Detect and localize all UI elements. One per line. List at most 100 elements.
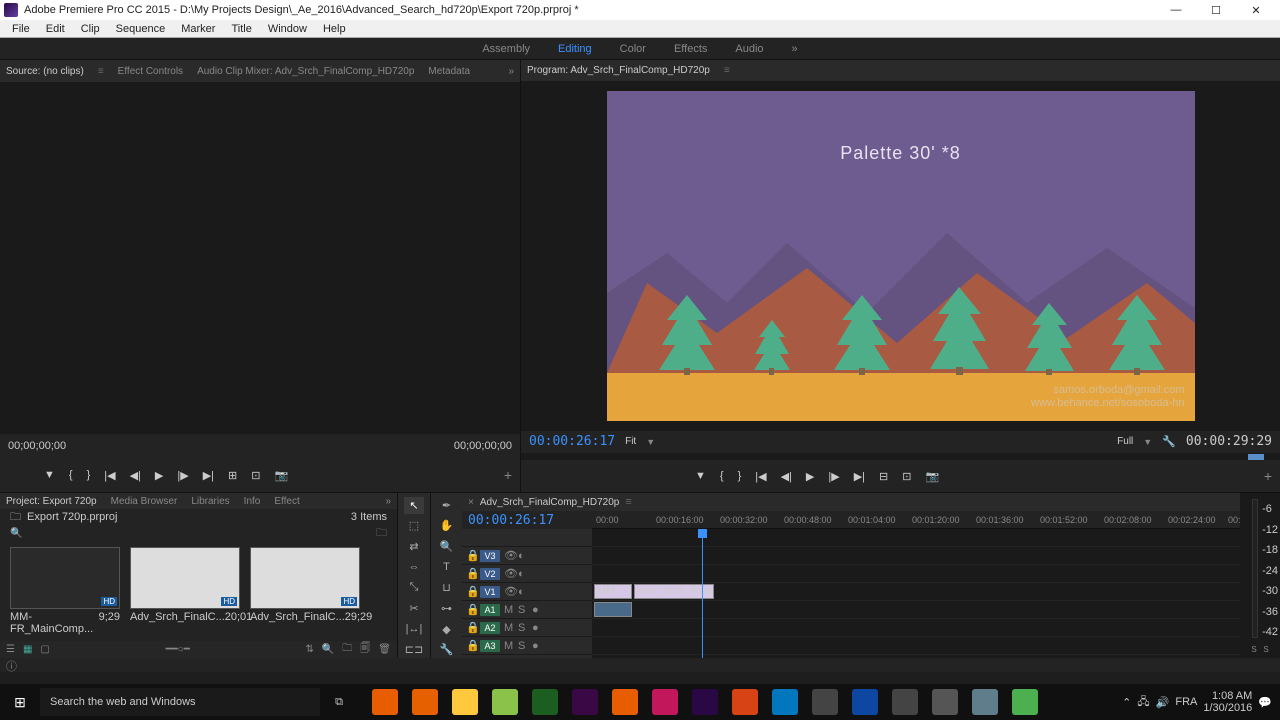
- ripple-tool-icon[interactable]: ⇄: [404, 538, 424, 555]
- go-in-icon[interactable]: |◀: [104, 469, 115, 482]
- taskbar-app[interactable]: [726, 686, 764, 718]
- zoom-dropdown-icon[interactable]: ▼: [646, 437, 655, 447]
- go-start-icon[interactable]: |◀: [755, 470, 766, 483]
- timeline-tc[interactable]: 00:00:26:17: [462, 511, 592, 529]
- menu-title[interactable]: Title: [223, 23, 259, 35]
- task-view-icon[interactable]: ⧉: [320, 686, 358, 718]
- marker-icon[interactable]: ▼: [695, 470, 706, 482]
- linked-icon[interactable]: ⊶: [437, 600, 457, 617]
- menu-help[interactable]: Help: [315, 23, 354, 35]
- tab-project[interactable]: Project: Export 720p: [6, 496, 97, 507]
- frame-fwd-icon[interactable]: |▶: [828, 470, 839, 483]
- close-seq-icon[interactable]: ×: [468, 497, 474, 508]
- ws-effects[interactable]: Effects: [674, 43, 707, 55]
- lift-icon[interactable]: ⊟: [879, 470, 888, 483]
- close-button[interactable]: ✕: [1236, 1, 1276, 19]
- razor-tool-icon[interactable]: ✂: [404, 600, 424, 617]
- tab-info[interactable]: Info: [244, 496, 261, 507]
- tray-network-icon[interactable]: 🖧: [1137, 693, 1149, 712]
- ws-assembly[interactable]: Assembly: [482, 43, 530, 55]
- selection-tool-icon[interactable]: ↖: [404, 497, 424, 514]
- timeline-tracks[interactable]: MM Adv_Srch_Fina: [592, 529, 1240, 658]
- taskbar-app[interactable]: [406, 686, 444, 718]
- track-a2[interactable]: A2: [480, 622, 500, 634]
- timeline-ruler[interactable]: 00:00 00:00:16:00 00:00:32:00 00:00:48:0…: [592, 511, 1240, 529]
- program-tc[interactable]: 00:00:26:17: [529, 434, 615, 449]
- zoom-tool-icon[interactable]: 🔍: [437, 538, 457, 555]
- step-back-icon[interactable]: ◀|: [130, 469, 141, 482]
- tab-libraries[interactable]: Libraries: [191, 496, 229, 507]
- track-a3[interactable]: A3: [480, 640, 500, 652]
- prog-add-button-icon[interactable]: +: [1264, 468, 1272, 484]
- tray-volume-icon[interactable]: 🔊: [1156, 696, 1170, 709]
- track-select-tool-icon[interactable]: ⬚: [404, 518, 424, 535]
- ws-audio[interactable]: Audio: [735, 43, 763, 55]
- taskbar-app[interactable]: [1006, 686, 1044, 718]
- taskbar-app[interactable]: [926, 686, 964, 718]
- pen-tool-icon[interactable]: ✒: [437, 497, 457, 514]
- clip-mm[interactable]: MM: [594, 584, 632, 599]
- taskbar-app[interactable]: [526, 686, 564, 718]
- menu-clip[interactable]: Clip: [73, 23, 108, 35]
- icon-view-icon[interactable]: ▦: [23, 644, 32, 655]
- track-v3[interactable]: V3: [480, 550, 500, 562]
- tab-media-browser[interactable]: Media Browser: [111, 496, 178, 507]
- program-play-icon[interactable]: ▶: [806, 470, 814, 483]
- go-out-icon[interactable]: ▶|: [203, 469, 214, 482]
- quality-full[interactable]: Full: [1117, 436, 1133, 447]
- taskbar-app[interactable]: [766, 686, 804, 718]
- mark-clip-icon[interactable]: }: [87, 469, 91, 481]
- source-tc-in[interactable]: 00;00;00;00: [8, 440, 454, 452]
- frame-back-icon[interactable]: ◀|: [781, 470, 792, 483]
- rolling-tool-icon[interactable]: ⇔: [404, 559, 424, 576]
- maximize-button[interactable]: ☐: [1196, 1, 1236, 19]
- menu-sequence[interactable]: Sequence: [108, 23, 174, 35]
- extract-icon[interactable]: ⊡: [902, 470, 911, 483]
- export-frame-icon[interactable]: 📷: [274, 469, 288, 482]
- tab-audio-mixer[interactable]: Audio Clip Mixer: Adv_Srch_FinalComp_HD7…: [197, 66, 414, 77]
- insert-icon[interactable]: ⊞: [228, 469, 237, 482]
- bin-item[interactable]: HD Adv_Srch_FinalC...29;29: [250, 547, 360, 635]
- taskbar-app[interactable]: [486, 686, 524, 718]
- wrench-icon[interactable]: 🔧: [1162, 435, 1176, 448]
- tab-effect-controls[interactable]: Effect Controls: [118, 66, 183, 77]
- folder-icon[interactable]: 🗀: [376, 524, 387, 543]
- taskbar-clock[interactable]: 1:08 AM 1/30/2016: [1203, 690, 1252, 714]
- ws-more-icon[interactable]: »: [792, 43, 798, 55]
- taskbar-app[interactable]: [886, 686, 924, 718]
- taskbar-app[interactable]: [846, 686, 884, 718]
- freeform-icon[interactable]: ▢: [40, 644, 49, 655]
- tab-program[interactable]: Program: Adv_Srch_FinalComp_HD720p: [527, 65, 710, 76]
- menu-marker[interactable]: Marker: [173, 23, 223, 35]
- new-bin-icon[interactable]: 🗀: [342, 641, 352, 658]
- ws-editing[interactable]: Editing: [558, 43, 592, 55]
- program-monitor[interactable]: Palette 30' *8 samos.orboda@gmail.com ww…: [521, 81, 1280, 431]
- zoom-fit[interactable]: Fit: [625, 436, 636, 447]
- taskbar-app[interactable]: [566, 686, 604, 718]
- taskbar-app[interactable]: [646, 686, 684, 718]
- bin-item[interactable]: HD Adv_Srch_FinalC...20;01: [130, 547, 240, 635]
- find-icon[interactable]: 🔍: [322, 644, 334, 655]
- track-v1[interactable]: V1: [480, 586, 500, 598]
- tab-metadata[interactable]: Metadata: [428, 66, 470, 77]
- list-view-icon[interactable]: ☰: [6, 644, 15, 655]
- sequence-name[interactable]: Adv_Srch_FinalComp_HD720p: [480, 497, 620, 508]
- out-icon[interactable]: }: [738, 470, 742, 482]
- notifications-icon[interactable]: 💬: [1258, 696, 1272, 709]
- source-tabs-more-icon[interactable]: »: [508, 66, 514, 77]
- slide-tool-icon[interactable]: ⊏⊐: [404, 641, 424, 658]
- program-scrubber[interactable]: [521, 453, 1280, 460]
- in-icon[interactable]: {: [720, 470, 724, 482]
- minimize-button[interactable]: —: [1156, 1, 1196, 19]
- playhead[interactable]: [702, 529, 703, 658]
- menu-window[interactable]: Window: [260, 23, 315, 35]
- slip-tool-icon[interactable]: |↔|: [404, 621, 424, 638]
- camera-icon[interactable]: 📷: [925, 470, 939, 483]
- taskbar-app[interactable]: [966, 686, 1004, 718]
- ws-color[interactable]: Color: [620, 43, 646, 55]
- audio-clip[interactable]: [594, 602, 632, 617]
- taskbar-app[interactable]: [686, 686, 724, 718]
- snap-icon[interactable]: ⊔: [437, 580, 457, 597]
- track-a1[interactable]: A1: [480, 604, 500, 616]
- track-v2[interactable]: V2: [480, 568, 500, 580]
